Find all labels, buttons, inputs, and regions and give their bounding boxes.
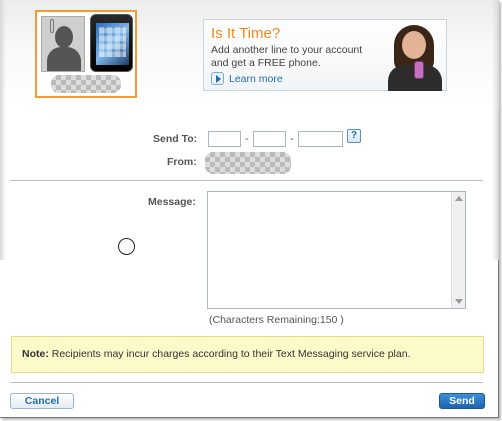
dash-2: - bbox=[290, 133, 294, 145]
person-silhouette-icon bbox=[41, 16, 85, 72]
learn-more-label: Learn more bbox=[229, 72, 283, 85]
left-edge-shade bbox=[0, 0, 6, 260]
message-scrollbar[interactable] bbox=[451, 192, 465, 308]
note-label: Note: bbox=[22, 348, 49, 360]
promo-banner[interactable]: Is It Time? Add another line to your acc… bbox=[203, 19, 447, 91]
text-message-dialog: Is It Time? Add another line to your acc… bbox=[0, 0, 499, 418]
divider-top bbox=[10, 180, 483, 181]
smartphone-icon bbox=[90, 14, 133, 72]
promo-photo bbox=[386, 21, 446, 91]
promo-title: Is It Time? bbox=[211, 25, 281, 42]
send-to-label: Send To: bbox=[153, 133, 198, 145]
play-arrow-icon bbox=[211, 72, 224, 85]
from-label: From: bbox=[167, 156, 197, 168]
dash-1: - bbox=[245, 133, 249, 145]
scroll-up-icon[interactable] bbox=[455, 196, 463, 201]
phone-screen bbox=[96, 23, 129, 65]
redacted-sender bbox=[205, 152, 291, 174]
scroll-down-icon[interactable] bbox=[455, 299, 463, 304]
photo-face bbox=[402, 31, 426, 59]
charges-note: Note: Recipients may incur charges accor… bbox=[11, 336, 484, 373]
send-button[interactable]: Send bbox=[439, 393, 485, 409]
cursor-ring-icon bbox=[118, 238, 135, 255]
redacted-recipient-name bbox=[51, 75, 121, 93]
cancel-button[interactable]: Cancel bbox=[10, 393, 74, 409]
avatar-head bbox=[55, 26, 73, 48]
learn-more-link[interactable]: Learn more bbox=[211, 72, 283, 85]
promo-text: Add another line to your account and get… bbox=[211, 44, 363, 69]
avatar-body bbox=[47, 47, 81, 71]
prefix-input[interactable] bbox=[253, 131, 286, 147]
note-text: Recipients may incur charges according t… bbox=[48, 348, 411, 360]
recipient-profile-card[interactable] bbox=[35, 10, 137, 98]
divider-bottom bbox=[10, 382, 483, 383]
cell-phone-icon bbox=[414, 61, 424, 79]
line-number-input[interactable] bbox=[298, 131, 343, 147]
characters-remaining: (Characters Remaining:150 ) bbox=[209, 314, 344, 326]
message-textarea[interactable] bbox=[207, 191, 466, 309]
paperclip-icon bbox=[50, 19, 54, 33]
area-code-input[interactable] bbox=[208, 131, 241, 147]
help-icon[interactable]: ? bbox=[347, 129, 361, 143]
message-label: Message: bbox=[148, 196, 196, 208]
right-edge-shade bbox=[492, 0, 499, 260]
